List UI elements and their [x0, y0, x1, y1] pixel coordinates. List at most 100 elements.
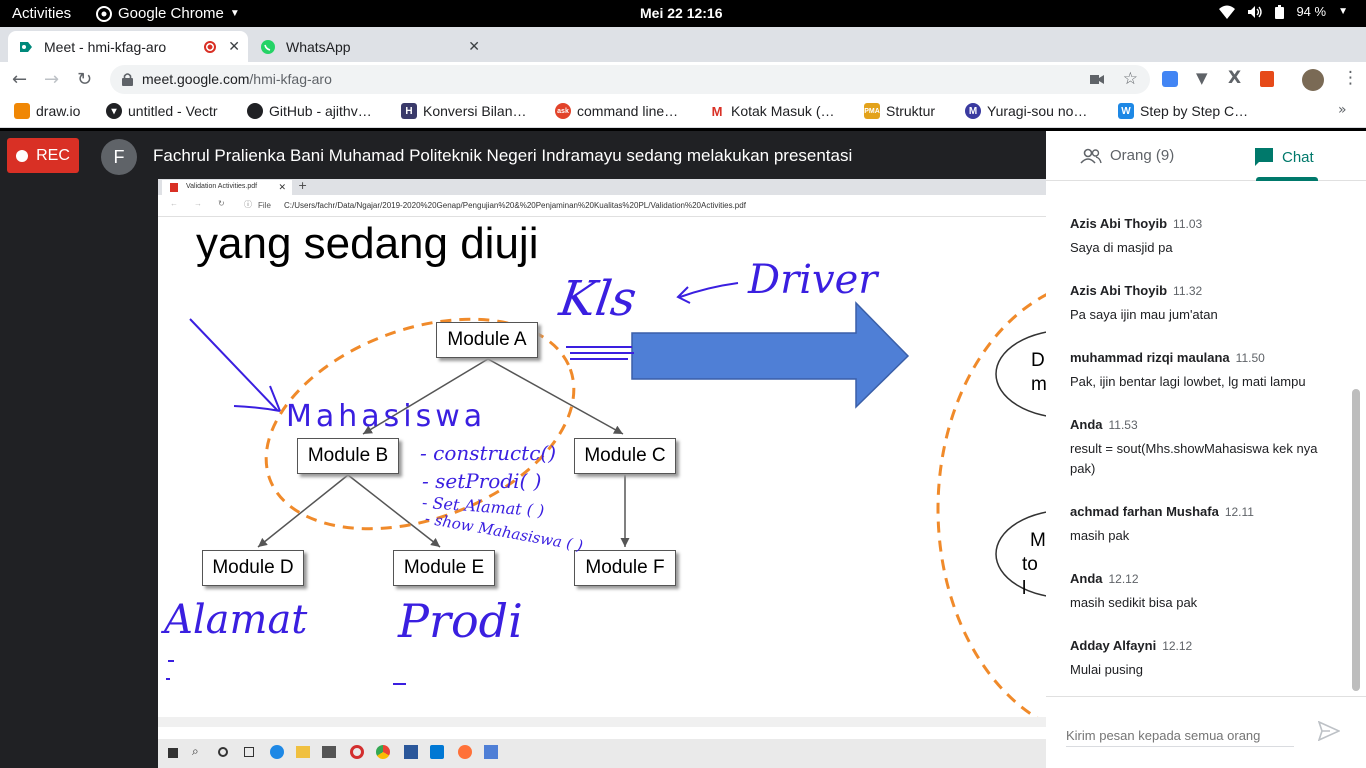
app-icon [484, 745, 498, 759]
app-name: Google Chrome [118, 5, 224, 22]
battery-level: 94 % [1296, 4, 1327, 19]
bookmark-konversi[interactable]: H Konversi Bilan… [401, 103, 527, 119]
vectr-icon: ▾ [106, 103, 122, 119]
bookmarks-bar: draw.io ▾ untitled - Vectr GitHub - ajith… [0, 96, 1366, 128]
chat-panel: Orang (9) Chat Azis Abi Thoyib 11.03 Saya… [1046, 131, 1366, 768]
app-menu[interactable]: Google Chrome ▼ [96, 5, 240, 22]
chat-message: achmad farhan Mushafa 12.11 masih pak [1070, 503, 1340, 546]
partial-text: D [1031, 350, 1045, 371]
bookmark-star-icon[interactable]: ☆ [1123, 69, 1138, 89]
message-body: masih sedikit bisa pak [1070, 595, 1198, 610]
chat-message-input[interactable] [1066, 725, 1294, 747]
profile-avatar[interactable] [1302, 69, 1324, 91]
bookmark-stepbystep[interactable]: W Step by Step C… [1118, 103, 1248, 119]
clock[interactable]: Mei 22 12:16 [640, 5, 723, 21]
active-tab-indicator [1256, 177, 1318, 181]
big-arrow [631, 301, 910, 409]
message-body: masih pak [1070, 528, 1130, 543]
tab-strip: Meet - hmi-kfag-aro ✕ WhatsApp ✕ + — ⧉ ✕ [0, 27, 1366, 83]
people-icon [1080, 148, 1102, 164]
bookmark-gmail[interactable]: M Kotak Masuk (… [709, 103, 834, 119]
chrome-icon [96, 5, 112, 22]
bookmark-drawio[interactable]: draw.io [14, 103, 80, 119]
address-bar[interactable]: meet.google.com/hmi-kfag-aro ☆ [110, 65, 1150, 94]
message-sender: Adday Alfayni [1070, 638, 1157, 653]
ink-prodi: Prodi [398, 594, 523, 648]
opera-icon [350, 745, 364, 759]
bookmark-struktur[interactable]: PMA Struktur [864, 103, 935, 119]
url-text: meet.google.com/hmi-kfag-aro [142, 71, 332, 87]
task-view-icon [244, 747, 254, 757]
message-body: Pak, ijin bentar lagi lowbet, lg mati la… [1070, 374, 1306, 389]
partial-text: to l [1022, 554, 1038, 599]
chat-message: Adday Alfayni 12.12 Mulai pusing [1070, 637, 1340, 680]
send-icon[interactable] [1318, 721, 1340, 741]
power-menu-icon: ▼ [1338, 6, 1348, 17]
ask-icon: ask [555, 103, 571, 119]
message-sender: muhammad rizqi maulana [1070, 350, 1230, 365]
extension-v-icon[interactable]: ▼ [1196, 69, 1208, 87]
wifi-icon [1219, 5, 1236, 19]
ink-underline-kls [566, 346, 634, 360]
shared-screen: Validation Activities.pdf ✕ + ← → ↻ ⓘ Fi… [158, 179, 1046, 768]
windows-start-icon [168, 748, 178, 758]
partial-oval-text-2: M to l [1022, 529, 1046, 601]
search-icon: ⌕ [192, 744, 199, 758]
recording-indicator-icon [204, 40, 216, 53]
ink-method-2: - setProdi( ) [422, 469, 542, 493]
extension-x-icon[interactable]: X [1228, 68, 1241, 88]
ink-arrow-driver [676, 282, 739, 304]
volume-icon [1248, 5, 1263, 18]
word-icon [404, 745, 418, 759]
system-tray[interactable]: 94 % ▼ [1219, 4, 1348, 19]
message-time: 11.32 [1173, 284, 1203, 298]
bookmark-yuragi[interactable]: M Yuragi-sou no… [965, 103, 1087, 119]
chat-message: Azis Abi Thoyib 11.32 Pa saya ijin mau ju… [1070, 282, 1340, 325]
message-sender: Azis Abi Thoyib [1070, 283, 1168, 298]
w-icon: W [1118, 103, 1134, 119]
partial-text: M [1030, 530, 1046, 551]
bookmark-ask[interactable]: ask command line… [555, 103, 678, 119]
camera-icon[interactable] [1090, 74, 1104, 85]
translate-extension-icon[interactable] [1162, 71, 1178, 87]
gmail-icon: M [709, 103, 725, 119]
chat-icon [1255, 148, 1273, 166]
partial-text: m [1031, 374, 1046, 395]
message-time: 12.12 [1108, 572, 1139, 586]
reload-icon[interactable]: ↻ [77, 69, 92, 90]
tab-title: Meet - hmi-kfag-aro [44, 38, 167, 55]
extension-office-icon[interactable] [1260, 71, 1274, 87]
system-top-bar: Activities Google Chrome ▼ Mei 22 12:16 … [0, 0, 1366, 27]
tab-people[interactable]: Orang (9) [1080, 147, 1174, 164]
chat-message: Azis Abi Thoyib 11.03 Saya di masjid pa [1070, 215, 1340, 258]
chevron-down-icon: ▼ [229, 8, 240, 19]
module-a: Module A [436, 322, 538, 358]
tab-meet[interactable]: Meet - hmi-kfag-aro ✕ [8, 31, 248, 62]
activities-button[interactable]: Activities [12, 5, 71, 22]
ink-kls: Kls [556, 271, 640, 327]
forward-icon[interactable]: → [44, 69, 59, 90]
message-sender: Anda [1070, 417, 1103, 432]
close-tab-icon[interactable]: ✕ [468, 38, 480, 55]
back-icon[interactable]: ← [12, 69, 27, 90]
close-tab-icon[interactable]: ✕ [228, 38, 240, 55]
message-time: 11.53 [1108, 418, 1138, 432]
firefox-icon [458, 745, 472, 759]
tab-chat[interactable]: Chat [1254, 147, 1314, 167]
menu-icon[interactable]: ⋮ [1342, 68, 1359, 88]
tab-title: WhatsApp [286, 38, 351, 55]
tab-whatsapp[interactable]: WhatsApp ✕ [250, 31, 488, 62]
message-time: 12.12 [1162, 639, 1193, 653]
chat-scrollbar[interactable] [1352, 389, 1360, 691]
shared-horizontal-scroll [158, 717, 1046, 727]
panel-tabs: Orang (9) Chat [1046, 131, 1366, 181]
vscode-icon [430, 745, 444, 759]
module-d: Module D [202, 550, 304, 586]
bookmark-label: GitHub - ajithv… [269, 103, 372, 119]
module-f: Module F [574, 550, 676, 586]
bookmark-vectr[interactable]: ▾ untitled - Vectr [106, 103, 218, 119]
bookmark-github[interactable]: GitHub - ajithv… [247, 103, 372, 119]
more-bookmarks-icon[interactable]: » [1338, 102, 1347, 118]
lock-icon [122, 73, 133, 86]
message-sender: Azis Abi Thoyib [1070, 216, 1168, 231]
